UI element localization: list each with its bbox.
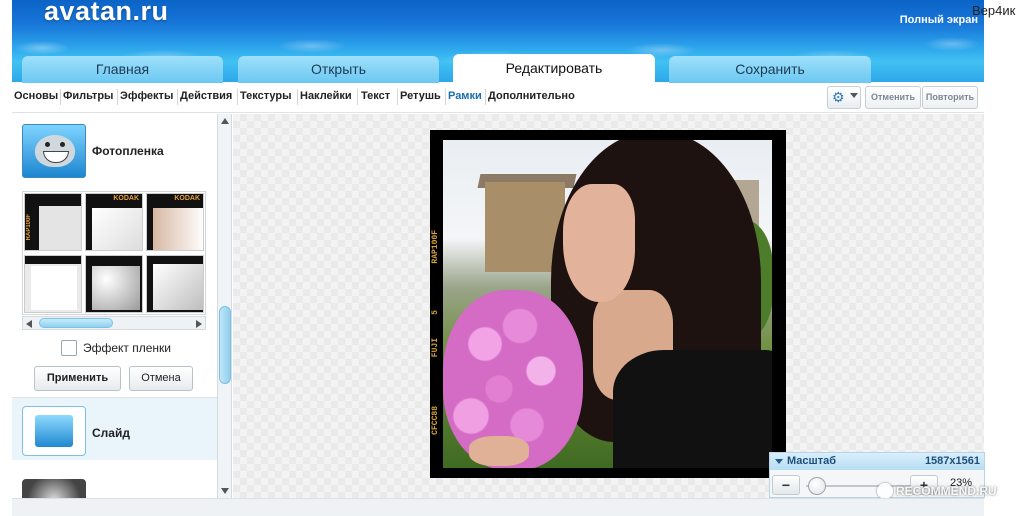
film-effect-checkbox[interactable]	[61, 340, 77, 356]
tab-save[interactable]: Сохранить	[669, 56, 871, 83]
thumbnail-label: KODAK	[174, 195, 200, 202]
zoom-header[interactable]: Масштаб 1587x1561	[770, 453, 984, 470]
film-effect-label: Эффект пленки	[83, 341, 172, 355]
nav-separator	[117, 89, 118, 105]
film-label: RAP100F	[431, 230, 440, 264]
nav-more[interactable]: Дополнительно	[488, 90, 575, 102]
edited-photo[interactable]	[443, 140, 772, 468]
nav-separator	[177, 89, 178, 105]
frame-thumbnail-grid: RAP100F KODAK KODAK	[22, 191, 206, 315]
editor-canvas[interactable]: RAP100F 5 FUJI CFCC88	[233, 114, 984, 498]
frame-thumbnail[interactable]: KODAK	[146, 193, 204, 251]
collapse-icon[interactable]	[775, 459, 783, 464]
gear-icon: ⚙	[832, 89, 845, 105]
scroll-right-icon[interactable]	[196, 320, 202, 328]
nav-stickers[interactable]: Наклейки	[300, 90, 352, 102]
photo-face	[563, 184, 635, 302]
slide-effect-icon	[22, 406, 86, 456]
film-number: 5	[431, 310, 440, 315]
frame-thumbnail[interactable]	[85, 255, 143, 313]
nav-retouch[interactable]: Ретушь	[400, 90, 441, 102]
undo-button[interactable]: Отменить	[865, 86, 921, 109]
image-dimensions: 1587x1561	[924, 455, 980, 467]
frame-thumbnail[interactable]	[24, 255, 82, 313]
nav-separator	[60, 89, 61, 105]
nav-frames[interactable]: Рамки	[448, 90, 482, 102]
tab-edit[interactable]: Редактировать	[453, 54, 655, 83]
next-effect-icon[interactable]	[22, 479, 86, 498]
scrollbar-thumb[interactable]	[39, 318, 113, 328]
footer-strip	[12, 498, 984, 516]
nav-separator	[357, 89, 358, 105]
nav-text[interactable]: Текст	[361, 90, 390, 102]
app-root: avatan.ru Полный экран Вер4ик Главная От…	[0, 0, 1024, 516]
zoom-out-button[interactable]: −	[772, 475, 800, 495]
thumbnail-scrollbar[interactable]	[22, 316, 206, 330]
effect-icon-filmstrip[interactable]	[22, 124, 86, 178]
tab-open[interactable]: Открыть	[238, 56, 439, 83]
recommend-logo-icon	[877, 483, 893, 499]
scroll-down-icon[interactable]	[221, 488, 229, 494]
chevron-down-icon	[850, 93, 858, 98]
thumbnail-label: RAP100F	[26, 214, 32, 241]
shark-mascot-icon	[35, 135, 75, 167]
nav-separator	[397, 89, 398, 105]
effects-panel: Фотопленка RAP100F KODAK KODAK Эффект пл…	[12, 114, 218, 498]
frame-thumbnail[interactable]	[146, 255, 204, 313]
nav-separator	[485, 89, 486, 105]
nav-actions[interactable]: Действия	[180, 90, 232, 102]
zoom-slider-knob[interactable]	[807, 477, 826, 495]
thumbnail-label: KODAK	[113, 195, 139, 202]
nav-filters[interactable]: Фильтры	[63, 90, 113, 102]
nav-basics[interactable]: Основы	[14, 90, 58, 102]
apply-button[interactable]: Применить	[34, 366, 121, 391]
nav-separator	[237, 89, 238, 105]
tool-nav: Основы Фильтры Эффекты Действия Текстуры…	[12, 83, 984, 113]
cancel-button[interactable]: Отмена	[129, 366, 193, 391]
scrollbar-thumb[interactable]	[219, 306, 231, 384]
tab-home[interactable]: Главная	[22, 56, 223, 83]
frame-thumbnail[interactable]: RAP100F	[24, 193, 82, 251]
nav-separator	[297, 89, 298, 105]
fullscreen-link[interactable]: Полный экран	[900, 14, 978, 26]
nav-effects[interactable]: Эффекты	[120, 90, 173, 102]
zoom-title: Масштаб	[787, 455, 837, 467]
scroll-left-icon[interactable]	[26, 320, 32, 328]
photo-clothing	[613, 350, 772, 468]
effect-item-label[interactable]: Слайд	[92, 426, 130, 440]
nav-separator	[445, 89, 446, 105]
film-label: FUJI	[431, 338, 440, 358]
scroll-up-icon[interactable]	[221, 118, 229, 124]
settings-button[interactable]: ⚙	[827, 86, 861, 109]
watermark-text: RECOMMEND.RU	[896, 484, 997, 498]
panel-scrollbar[interactable]	[218, 114, 232, 498]
effect-title[interactable]: Фотопленка	[92, 144, 164, 158]
redo-button[interactable]: Повторить	[922, 86, 978, 109]
photo-hand	[469, 436, 529, 466]
frame-thumbnail[interactable]: KODAK	[85, 193, 143, 251]
site-logo[interactable]: avatan.ru	[44, 0, 169, 27]
film-frame: RAP100F 5 FUJI CFCC88	[430, 130, 786, 478]
film-label: CFCC88	[431, 406, 440, 435]
user-name[interactable]: Вер4ик	[972, 3, 1015, 18]
nav-textures[interactable]: Текстуры	[240, 90, 292, 102]
